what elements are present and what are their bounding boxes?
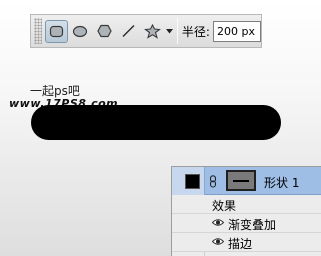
fill-color-swatch[interactable]	[185, 174, 200, 189]
effect-label: 描边	[228, 237, 253, 251]
line-icon	[122, 25, 135, 37]
shape-options-toolbar: 半径:	[30, 14, 262, 48]
layer-row-shape-1[interactable]: 形状 1	[172, 167, 321, 195]
effect-row-stroke[interactable]: 描边	[172, 233, 321, 252]
effect-label: 渐变叠加	[228, 218, 277, 232]
triangle-down-icon	[165, 28, 173, 33]
rounded-rectangle-shape[interactable]	[31, 105, 281, 140]
effect-row-gradient-overlay[interactable]: 渐变叠加	[172, 214, 321, 233]
effects-label: 效果	[212, 199, 237, 213]
link-icon[interactable]	[209, 175, 217, 188]
radius-label: 半径:	[181, 24, 210, 39]
custom-shape-tool-button[interactable]	[141, 20, 164, 43]
polygon-icon	[97, 24, 112, 38]
ellipse-icon	[73, 25, 88, 37]
mask-shape-preview	[233, 180, 249, 182]
eye-icon[interactable]	[212, 218, 224, 227]
shape-picker-dropdown[interactable]	[165, 20, 174, 43]
toolbar-grip[interactable]	[34, 18, 42, 44]
layer-visibility-cell[interactable]	[172, 167, 205, 195]
layer-name[interactable]: 形状 1	[264, 174, 299, 191]
rounded-rectangle-tool-button[interactable]	[45, 19, 68, 43]
layers-panel: 形状 1 效果 渐变叠加 描边	[171, 166, 321, 256]
custom-shape-icon	[143, 23, 161, 39]
effects-row[interactable]: 效果	[172, 195, 321, 214]
rectangle-icon	[49, 25, 64, 37]
polygon-tool-button[interactable]	[93, 20, 116, 43]
ellipse-tool-button[interactable]	[69, 20, 92, 43]
vector-mask-thumbnail[interactable]	[226, 170, 256, 191]
eye-icon[interactable]	[212, 237, 224, 246]
line-tool-button[interactable]	[117, 20, 140, 43]
radius-input[interactable]	[212, 20, 261, 42]
toolbar-divider	[176, 18, 178, 44]
